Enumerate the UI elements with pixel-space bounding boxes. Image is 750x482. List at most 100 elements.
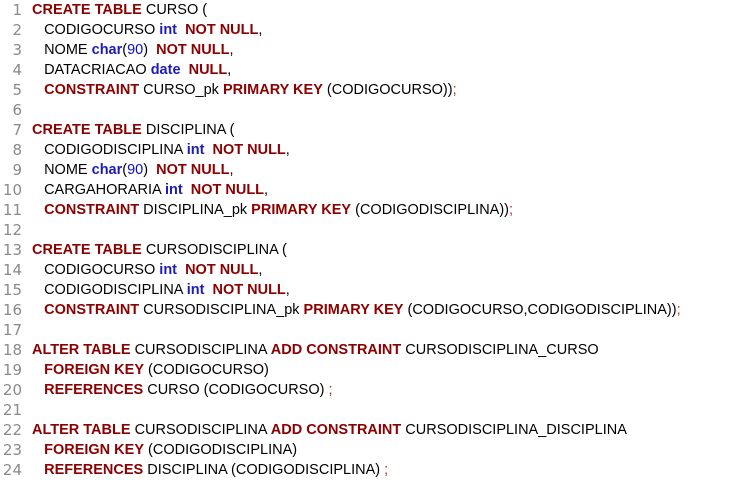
- code-line-content: NOME char(90) NOT NULL,: [32, 40, 233, 60]
- sql-keyword-token: ADD CONSTRAINT: [270, 342, 402, 358]
- sql-identifier-token: [32, 82, 44, 98]
- code-line[interactable]: 3 NOME char(90) NOT NULL,: [0, 40, 750, 60]
- sql-keyword-token: CONSTRAINT: [44, 302, 140, 318]
- sql-identifier-token: ,: [229, 162, 234, 178]
- line-number: 19: [2, 361, 22, 379]
- line-number: 14: [2, 261, 22, 279]
- sql-identifier-token: CURSODISCIPLINA: [130, 422, 271, 438]
- line-number: 9: [12, 161, 22, 179]
- code-line[interactable]: 17: [0, 320, 750, 340]
- sql-type-token: int: [159, 262, 178, 278]
- code-line[interactable]: 8 CODIGODISCIPLINA int NOT NULL,: [0, 140, 750, 160]
- line-number: 20: [2, 381, 22, 399]
- code-line[interactable]: 16 CONSTRAINT CURSODISCIPLINA_pk PRIMARY…: [0, 300, 750, 320]
- sql-keyword-token: PRIMARY KEY: [303, 302, 404, 318]
- code-line-content: CODIGODISCIPLINA int NOT NULL,: [32, 280, 290, 300]
- sql-identifier-token: (CODIGODISCIPLINA)): [351, 202, 509, 218]
- code-line-content: CODIGODISCIPLINA int NOT NULL,: [32, 140, 290, 160]
- code-line[interactable]: 6: [0, 100, 750, 120]
- sql-punctuation-token: ;: [452, 82, 457, 98]
- sql-keyword-token: NOT NULL: [156, 162, 230, 178]
- sql-punctuation-token: ;: [509, 202, 514, 218]
- line-number: 10: [2, 181, 22, 199]
- code-line-content: CREATE TABLE CURSODISCIPLINA (: [32, 240, 287, 260]
- sql-identifier-token: ,: [264, 182, 269, 198]
- sql-keyword-token: CREATE TABLE: [32, 122, 142, 138]
- code-line-content: CODIGOCURSO int NOT NULL,: [32, 20, 262, 40]
- sql-type-token: date: [150, 62, 181, 78]
- sql-type-token: char: [91, 162, 123, 178]
- line-number: 13: [2, 241, 22, 259]
- sql-identifier-token: (CODIGODISCIPLINA): [144, 442, 298, 458]
- code-line[interactable]: 15 CODIGODISCIPLINA int NOT NULL,: [0, 280, 750, 300]
- sql-identifier-token: (CODIGOCURSO): [144, 362, 269, 378]
- sql-identifier-token: [32, 202, 44, 218]
- line-number: 7: [12, 121, 22, 139]
- sql-keyword-token: FOREIGN KEY: [44, 442, 144, 458]
- code-line[interactable]: 9 NOME char(90) NOT NULL,: [0, 160, 750, 180]
- sql-identifier-token: [32, 302, 44, 318]
- code-line-content: CONSTRAINT CURSODISCIPLINA_pk PRIMARY KE…: [32, 300, 681, 320]
- sql-keyword-token: ALTER TABLE: [32, 342, 131, 358]
- line-number: 18: [2, 341, 22, 359]
- sql-type-token: int: [186, 142, 205, 158]
- sql-identifier-token: CURSODISCIPLINA_DISCIPLINA: [401, 422, 627, 438]
- code-line[interactable]: 20 REFERENCES CURSO (CODIGOCURSO) ;: [0, 380, 750, 400]
- code-area[interactable]: 1 CREATE TABLE CURSO (2 CODIGOCURSO int N…: [0, 0, 750, 480]
- code-line[interactable]: 2 CODIGOCURSO int NOT NULL,: [0, 20, 750, 40]
- sql-identifier-token: [183, 182, 191, 198]
- line-number: 12: [2, 221, 22, 239]
- code-line-content: FOREIGN KEY (CODIGODISCIPLINA): [32, 440, 297, 460]
- code-line[interactable]: 1 CREATE TABLE CURSO (: [0, 0, 750, 20]
- sql-keyword-token: CONSTRAINT: [44, 82, 140, 98]
- sql-keyword-token: FOREIGN KEY: [44, 362, 144, 378]
- sql-identifier-token: CURSODISCIPLINA_pk: [139, 302, 304, 318]
- code-line-content: CONSTRAINT DISCIPLINA_pk PRIMARY KEY (CO…: [32, 200, 513, 220]
- sql-type-token: int: [186, 282, 205, 298]
- line-number: 5: [12, 81, 22, 99]
- code-line[interactable]: 11 CONSTRAINT DISCIPLINA_pk PRIMARY KEY …: [0, 200, 750, 220]
- sql-identifier-token: NOME: [32, 162, 92, 178]
- line-number: 1: [12, 1, 22, 19]
- sql-number-token: 90: [127, 162, 144, 178]
- sql-keyword-token: NULL: [188, 62, 228, 78]
- sql-identifier-token: ,: [229, 42, 234, 58]
- code-line[interactable]: 18 ALTER TABLE CURSODISCIPLINA ADD CONSTR…: [0, 340, 750, 360]
- line-number: 17: [2, 321, 22, 339]
- sql-keyword-token: NOT NULL: [212, 142, 286, 158]
- sql-keyword-token: REFERENCES: [44, 462, 144, 478]
- sql-keyword-token: NOT NULL: [185, 22, 259, 38]
- code-line-content: ALTER TABLE CURSODISCIPLINA ADD CONSTRAI…: [32, 340, 599, 360]
- code-line[interactable]: 14 CODIGOCURSO int NOT NULL,: [0, 260, 750, 280]
- sql-keyword-token: PRIMARY KEY: [251, 202, 352, 218]
- sql-identifier-token: CODIGOCURSO: [32, 262, 160, 278]
- code-line[interactable]: 5 CONSTRAINT CURSO_pk PRIMARY KEY (CODIG…: [0, 80, 750, 100]
- sql-identifier-token: [32, 442, 44, 458]
- code-line[interactable]: 21: [0, 400, 750, 420]
- code-line[interactable]: 10 CARGAHORARIA int NOT NULL,: [0, 180, 750, 200]
- code-line-content: CARGAHORARIA int NOT NULL,: [32, 180, 268, 200]
- sql-keyword-token: REFERENCES: [44, 382, 144, 398]
- code-line-content: FOREIGN KEY (CODIGOCURSO): [32, 360, 269, 380]
- sql-identifier-token: NOME: [32, 42, 92, 58]
- code-line[interactable]: 22 ALTER TABLE CURSODISCIPLINA ADD CONSTR…: [0, 420, 750, 440]
- sql-keyword-token: NOT NULL: [185, 262, 259, 278]
- sql-keyword-token: NOT NULL: [156, 42, 230, 58]
- code-line[interactable]: 12: [0, 220, 750, 240]
- code-line[interactable]: 19 FOREIGN KEY (CODIGOCURSO): [0, 360, 750, 380]
- line-number: 23: [2, 441, 22, 459]
- sql-identifier-token: [32, 382, 44, 398]
- line-number: 4: [12, 61, 22, 79]
- code-line[interactable]: 23 FOREIGN KEY (CODIGODISCIPLINA): [0, 440, 750, 460]
- sql-code-editor[interactable]: 1 CREATE TABLE CURSO (2 CODIGOCURSO int N…: [0, 0, 750, 482]
- code-line[interactable]: 7 CREATE TABLE DISCIPLINA (: [0, 120, 750, 140]
- code-line[interactable]: 4 DATACRIACAO date NULL,: [0, 60, 750, 80]
- line-number: 3: [12, 41, 22, 59]
- sql-identifier-token: ,: [227, 62, 232, 78]
- sql-type-token: int: [159, 22, 178, 38]
- line-number: 8: [12, 141, 22, 159]
- line-number: 16: [2, 301, 22, 319]
- code-line[interactable]: 24 REFERENCES DISCIPLINA (CODIGODISCIPLI…: [0, 460, 750, 480]
- code-line[interactable]: 13 CREATE TABLE CURSODISCIPLINA (: [0, 240, 750, 260]
- code-line-content: CREATE TABLE DISCIPLINA (: [32, 120, 235, 140]
